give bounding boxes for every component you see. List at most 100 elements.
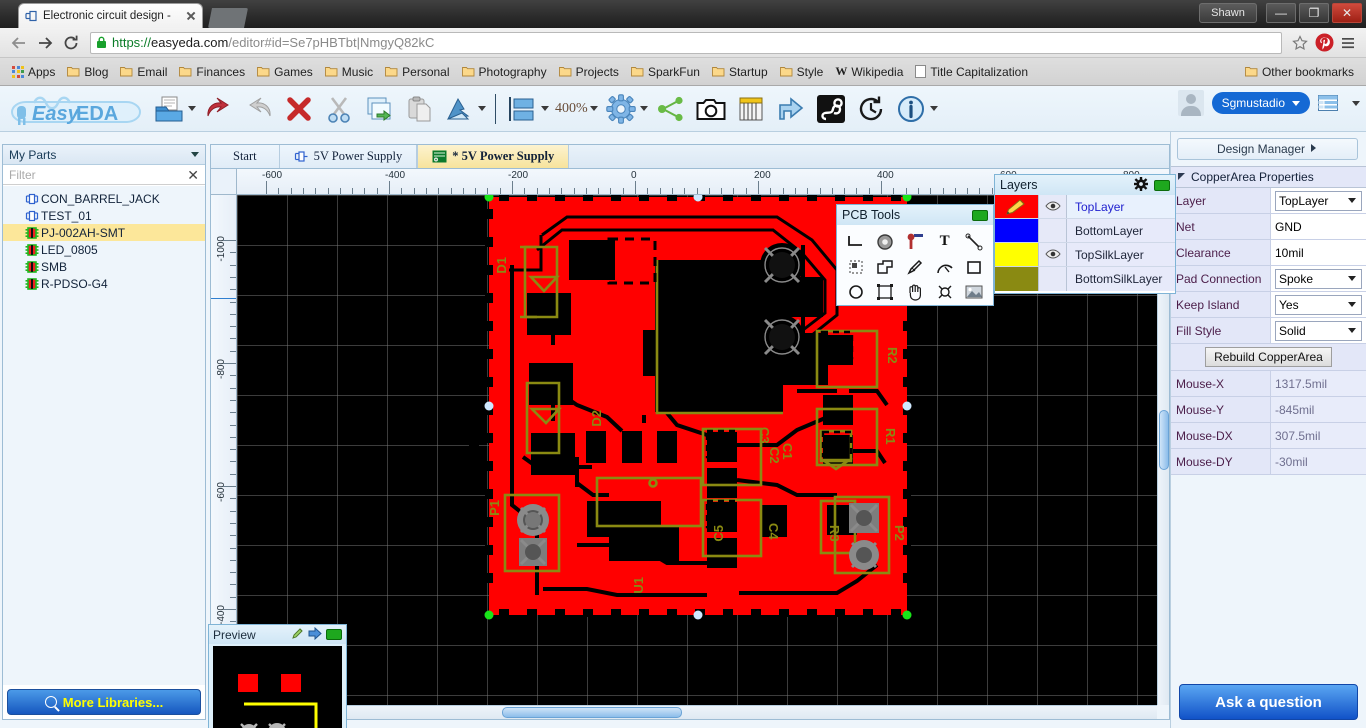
cut-button[interactable] [319, 87, 359, 131]
bookmark-personal[interactable]: Personal [379, 62, 455, 82]
layer-row-topsilklayer[interactable]: TopSilkLayer [995, 243, 1175, 267]
bookmark-music[interactable]: Music [319, 62, 379, 82]
chevron-down-icon[interactable] [589, 106, 598, 111]
tab-start[interactable]: Start [211, 145, 280, 168]
vertical-scrollbar-thumb[interactable] [1159, 410, 1169, 470]
preview-window[interactable]: Preview [208, 624, 347, 728]
fill-area-icon[interactable] [871, 254, 901, 279]
pinterest-icon[interactable] [1312, 31, 1336, 55]
layers-panel[interactable]: Layers TopLayer BottomLayer TopSilkLayer… [994, 174, 1176, 294]
browser-profile-chip[interactable]: Shawn [1199, 3, 1257, 23]
copy-to-button[interactable] [359, 87, 399, 131]
settings-button[interactable] [601, 87, 651, 131]
close-icon[interactable] [184, 9, 198, 23]
circle-icon[interactable] [841, 279, 871, 304]
via-icon[interactable] [900, 229, 930, 254]
list-item[interactable]: R-PDSO-G4 [3, 275, 205, 292]
history-button[interactable] [851, 87, 891, 131]
chevron-down-icon[interactable] [929, 106, 938, 111]
list-item[interactable]: TEST_01 [3, 207, 205, 224]
bookmark-sparkfun[interactable]: SparkFun [625, 62, 706, 82]
bookmark-startup[interactable]: Startup [706, 62, 774, 82]
bookmark-email[interactable]: Email [114, 62, 173, 82]
parts-filter-input[interactable]: Filter [9, 168, 36, 182]
pcb-tools-titlebar[interactable]: PCB Tools [837, 205, 993, 225]
property-value[interactable]: TopLayer [1271, 188, 1366, 213]
chevron-down-icon[interactable] [1352, 100, 1360, 106]
property-value[interactable]: Spoke [1271, 266, 1366, 291]
layer-visibility-toggle[interactable] [1039, 195, 1067, 218]
green-pill-icon[interactable] [1154, 179, 1170, 191]
more-libraries-button[interactable]: More Libraries... [7, 689, 201, 715]
info-button[interactable] [891, 87, 941, 131]
my-parts-header[interactable]: My Parts [3, 145, 205, 165]
chevron-down-icon[interactable] [541, 106, 549, 111]
chevron-down-icon[interactable] [191, 152, 199, 157]
align-button[interactable] [502, 87, 552, 131]
property-value[interactable]: GND [1271, 214, 1366, 239]
parts-filter-row[interactable]: Filter ✕ [3, 165, 205, 185]
bookmark-games[interactable]: Games [251, 62, 319, 82]
bookmark-photography[interactable]: Photography [456, 62, 553, 82]
bookmark-title-capitalization[interactable]: Title Capitalization [909, 62, 1034, 82]
forward-button[interactable] [32, 30, 58, 56]
layer-visibility-toggle[interactable] [1039, 267, 1067, 291]
ask-a-question-button[interactable]: Ask a question [1179, 684, 1358, 720]
pencil-icon[interactable] [291, 627, 304, 643]
pan-hand-icon[interactable] [900, 279, 930, 304]
list-item[interactable]: LED_0805 [3, 241, 205, 258]
rebuild-copperarea-button[interactable]: Rebuild CopperArea [1205, 347, 1332, 367]
property-value[interactable]: Solid [1271, 318, 1366, 343]
panels-layout-icon[interactable] [1318, 94, 1342, 112]
arc-icon[interactable] [930, 254, 960, 279]
layer-visibility-toggle[interactable] [1039, 219, 1067, 242]
fill-style-select[interactable]: Solid [1275, 320, 1362, 341]
layer-visibility-toggle[interactable] [1039, 243, 1067, 266]
design-manager-button[interactable]: Design Manager [1177, 138, 1358, 160]
blue-arrow-icon[interactable] [308, 626, 322, 643]
track-icon[interactable] [841, 229, 871, 254]
layer-color-swatch[interactable] [995, 219, 1039, 242]
pad-icon[interactable] [871, 229, 901, 254]
delete-button[interactable] [279, 87, 319, 131]
dimension-icon[interactable] [871, 279, 901, 304]
bookmark-blog[interactable]: Blog [61, 62, 114, 82]
star-icon[interactable] [1288, 31, 1312, 55]
paste-button[interactable] [399, 87, 439, 131]
green-pill-icon[interactable] [972, 209, 988, 221]
close-x-icon[interactable]: ✕ [187, 168, 199, 182]
import-button[interactable] [439, 87, 489, 131]
gear-icon[interactable] [1134, 176, 1148, 194]
layer-color-swatch[interactable] [995, 267, 1039, 291]
share-button[interactable] [651, 87, 691, 131]
property-value[interactable]: 10mil [1271, 240, 1366, 265]
chevron-down-icon[interactable] [639, 106, 648, 111]
bookmark-wikipedia[interactable]: W Wikipedia [829, 62, 909, 82]
image-icon[interactable] [959, 279, 989, 304]
horizontal-scrollbar[interactable] [237, 705, 1157, 719]
minimize-button[interactable]: — [1266, 3, 1296, 23]
easyeda-logo[interactable]: Easy EDA [4, 90, 149, 128]
bookmark-finances[interactable]: Finances [173, 62, 251, 82]
redo-button[interactable] [239, 87, 279, 131]
close-window-button[interactable]: ✕ [1332, 3, 1362, 23]
tab-pcb-5v-power-supply[interactable]: * 5V Power Supply [417, 145, 570, 168]
rect-icon[interactable] [959, 254, 989, 279]
clearance-input[interactable]: 10mil [1275, 246, 1304, 260]
screenshot-button[interactable] [691, 87, 731, 131]
text-icon[interactable]: T [930, 229, 960, 254]
line-icon[interactable] [959, 229, 989, 254]
layer-select[interactable]: TopLayer [1275, 190, 1362, 211]
zoom-level-control[interactable]: 400% [552, 87, 601, 131]
list-item[interactable]: PJ-002AH-SMT [3, 224, 205, 241]
new-tab-button[interactable] [208, 8, 248, 28]
ruler-button[interactable] [731, 87, 771, 131]
layer-row-toplayer[interactable]: TopLayer [995, 195, 1175, 219]
layer-name[interactable]: BottomLayer [1067, 219, 1175, 242]
chevron-down-icon[interactable] [478, 106, 486, 111]
copper-area-icon[interactable] [841, 254, 871, 279]
browser-tab[interactable]: Electronic circuit design - [18, 3, 203, 28]
preview-canvas[interactable] [213, 646, 342, 728]
list-item[interactable]: CON_BARREL_JACK [3, 190, 205, 207]
layer-name[interactable]: TopLayer [1067, 195, 1175, 218]
